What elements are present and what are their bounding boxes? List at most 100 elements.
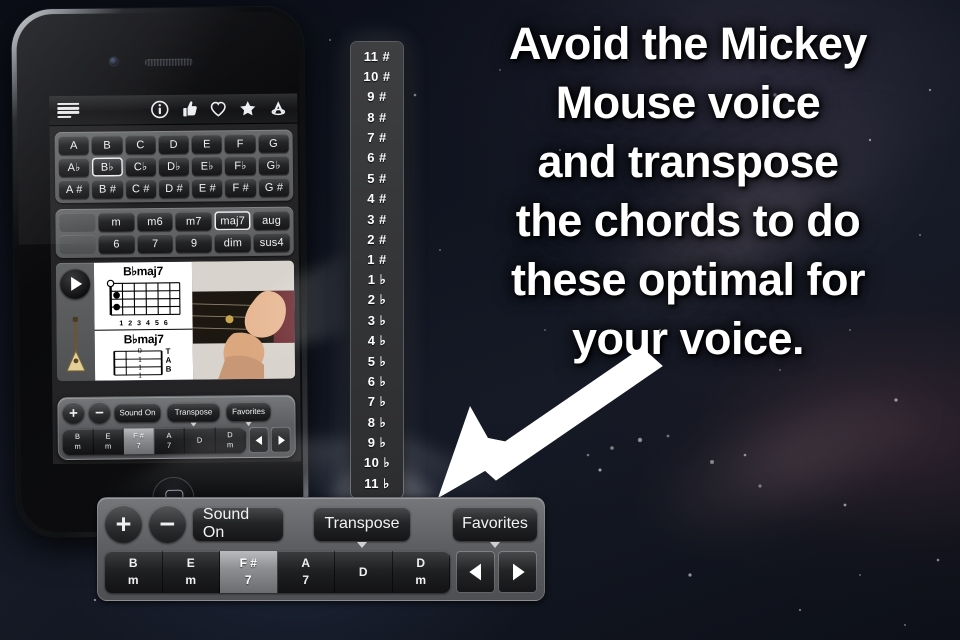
note-key[interactable]: F # xyxy=(225,177,256,198)
chord-cell[interactable]: F # 7 xyxy=(220,551,278,593)
note-key[interactable]: E xyxy=(191,134,223,154)
string-number: 3 xyxy=(137,320,142,328)
chord-root: E xyxy=(105,431,111,441)
note-key[interactable]: G xyxy=(258,133,289,153)
note-key[interactable]: G # xyxy=(258,177,290,197)
note-key[interactable]: B # xyxy=(92,179,123,199)
transpose-item[interactable]: 5 # xyxy=(351,168,403,188)
chord-cell[interactable]: Bm xyxy=(62,428,94,456)
note-key[interactable]: E♭ xyxy=(191,156,223,176)
next-button-small[interactable] xyxy=(270,426,291,453)
add-button[interactable]: + xyxy=(105,505,142,543)
chord-cell[interactable]: Em xyxy=(163,551,220,593)
chord-type-key[interactable]: aug xyxy=(253,210,290,231)
chord-cell[interactable]: D xyxy=(335,551,393,593)
transpose-item[interactable]: 6 # xyxy=(351,148,403,168)
chord-type-key[interactable]: m xyxy=(98,212,135,232)
transpose-item[interactable]: 2 ♭ xyxy=(351,290,403,310)
add-button-small[interactable]: + xyxy=(62,401,85,425)
transpose-item[interactable]: 9 # xyxy=(351,87,403,107)
note-key[interactable]: A # xyxy=(59,179,90,200)
transpose-item[interactable]: 11 # xyxy=(351,46,403,66)
chord-type-key[interactable]: m7 xyxy=(175,211,212,231)
transpose-item[interactable]: 9 ♭ xyxy=(351,433,403,453)
note-key[interactable]: B♭ xyxy=(92,157,123,177)
transpose-item[interactable]: 4 # xyxy=(351,189,403,209)
transpose-item[interactable]: 7 ♭ xyxy=(351,392,403,412)
chord-type-key[interactable]: maj7 xyxy=(214,211,251,231)
chord-cell[interactable]: A7 xyxy=(278,551,335,593)
heart-icon[interactable] xyxy=(208,99,228,118)
transpose-item[interactable]: 11 ♭ xyxy=(351,474,403,494)
chord-cell[interactable]: A7 xyxy=(154,427,185,455)
note-key[interactable]: A xyxy=(58,135,90,156)
chord-type-key[interactable]: 9 xyxy=(176,233,213,253)
app-store-icon[interactable] xyxy=(267,99,289,118)
note-key[interactable]: F♭ xyxy=(225,155,256,176)
transpose-item[interactable]: 8 ♭ xyxy=(351,412,403,432)
transpose-button-small[interactable]: Transpose xyxy=(167,401,220,427)
chord-cell[interactable]: Bm xyxy=(105,551,163,593)
chord-type-key[interactable]: 6 xyxy=(98,234,135,254)
play-button[interactable] xyxy=(59,268,91,300)
chord-cell[interactable]: Em xyxy=(93,428,124,455)
note-key[interactable]: D xyxy=(158,134,189,155)
chord-name-label: B♭maj7 xyxy=(122,263,164,279)
favorites-button-small[interactable]: Favorites xyxy=(226,401,271,426)
transpose-label: Transpose xyxy=(324,515,400,532)
note-key[interactable]: B xyxy=(91,135,123,155)
note-key[interactable]: C xyxy=(125,135,156,155)
transpose-dropdown[interactable]: 11 #10 #9 #8 #7 #6 #5 #4 #3 #2 #1 #1 ♭ 2 … xyxy=(351,42,403,498)
note-key[interactable]: D♭ xyxy=(158,156,190,177)
chord-cell[interactable]: Dm xyxy=(215,427,246,454)
chord-type-key[interactable]: sus4 xyxy=(253,232,290,253)
transpose-item[interactable]: 6 ♭ xyxy=(351,372,403,392)
chord-type-key[interactable]: 7 xyxy=(137,233,174,254)
next-button[interactable] xyxy=(498,551,537,593)
chord-root: F # xyxy=(132,431,144,441)
transpose-item[interactable]: 3 # xyxy=(351,209,403,229)
chord-cell[interactable]: D xyxy=(184,427,216,454)
chord-root: A xyxy=(301,556,311,570)
note-key[interactable]: C # xyxy=(125,179,157,199)
prev-button[interactable] xyxy=(456,551,495,593)
note-key[interactable]: D # xyxy=(158,178,190,199)
chord-cell[interactable]: Dm xyxy=(393,551,450,593)
transpose-button[interactable]: Transpose xyxy=(314,507,410,548)
note-key[interactable]: C♭ xyxy=(125,157,156,177)
star-icon[interactable] xyxy=(237,99,258,118)
chord-type-row: m m6 m7 maj7 aug xyxy=(59,210,290,233)
nav-buttons xyxy=(456,551,537,593)
transpose-item[interactable]: 10 ♭ xyxy=(351,453,403,473)
app-top-bar xyxy=(49,93,298,127)
transpose-item[interactable]: 3 ♭ xyxy=(351,311,403,331)
transpose-item[interactable]: 8 # xyxy=(351,107,403,127)
chord-suffix: 7 xyxy=(244,573,252,587)
remove-button[interactable]: − xyxy=(148,505,186,543)
chord-cell[interactable]: F #7 xyxy=(123,428,155,455)
sound-toggle[interactable]: Sound On xyxy=(192,506,283,541)
info-icon[interactable] xyxy=(150,100,169,119)
chord-type-key[interactable]: dim xyxy=(214,233,251,253)
prev-button-small[interactable] xyxy=(248,426,269,454)
transpose-item[interactable]: 10 # xyxy=(351,66,403,86)
transpose-item[interactable]: 1 # xyxy=(351,250,403,270)
transpose-item[interactable]: 7 # xyxy=(351,127,403,147)
chord-type-key[interactable]: m6 xyxy=(137,211,174,232)
note-key[interactable]: F xyxy=(224,133,256,154)
transpose-item[interactable]: 1 ♭ xyxy=(351,270,403,290)
chord-strip-row-small: BmEmF #7 A 7 D Dm xyxy=(62,426,291,456)
favorites-button[interactable]: Favorites xyxy=(453,507,537,548)
chord-root: D xyxy=(196,435,203,445)
transpose-item[interactable]: 4 ♭ xyxy=(351,331,403,351)
transpose-item[interactable]: 5 ♭ xyxy=(351,351,403,371)
note-key[interactable]: G♭ xyxy=(258,155,289,175)
note-key[interactable]: A♭ xyxy=(58,157,90,178)
thumbs-up-icon[interactable] xyxy=(178,100,199,119)
chord-root: F # xyxy=(239,556,257,570)
note-key[interactable]: E # xyxy=(192,178,223,198)
menu-icon[interactable] xyxy=(57,102,80,119)
sound-toggle-small[interactable]: Sound On xyxy=(114,402,161,422)
transpose-item[interactable]: 2 # xyxy=(351,229,403,249)
remove-button-small[interactable]: − xyxy=(88,401,111,424)
